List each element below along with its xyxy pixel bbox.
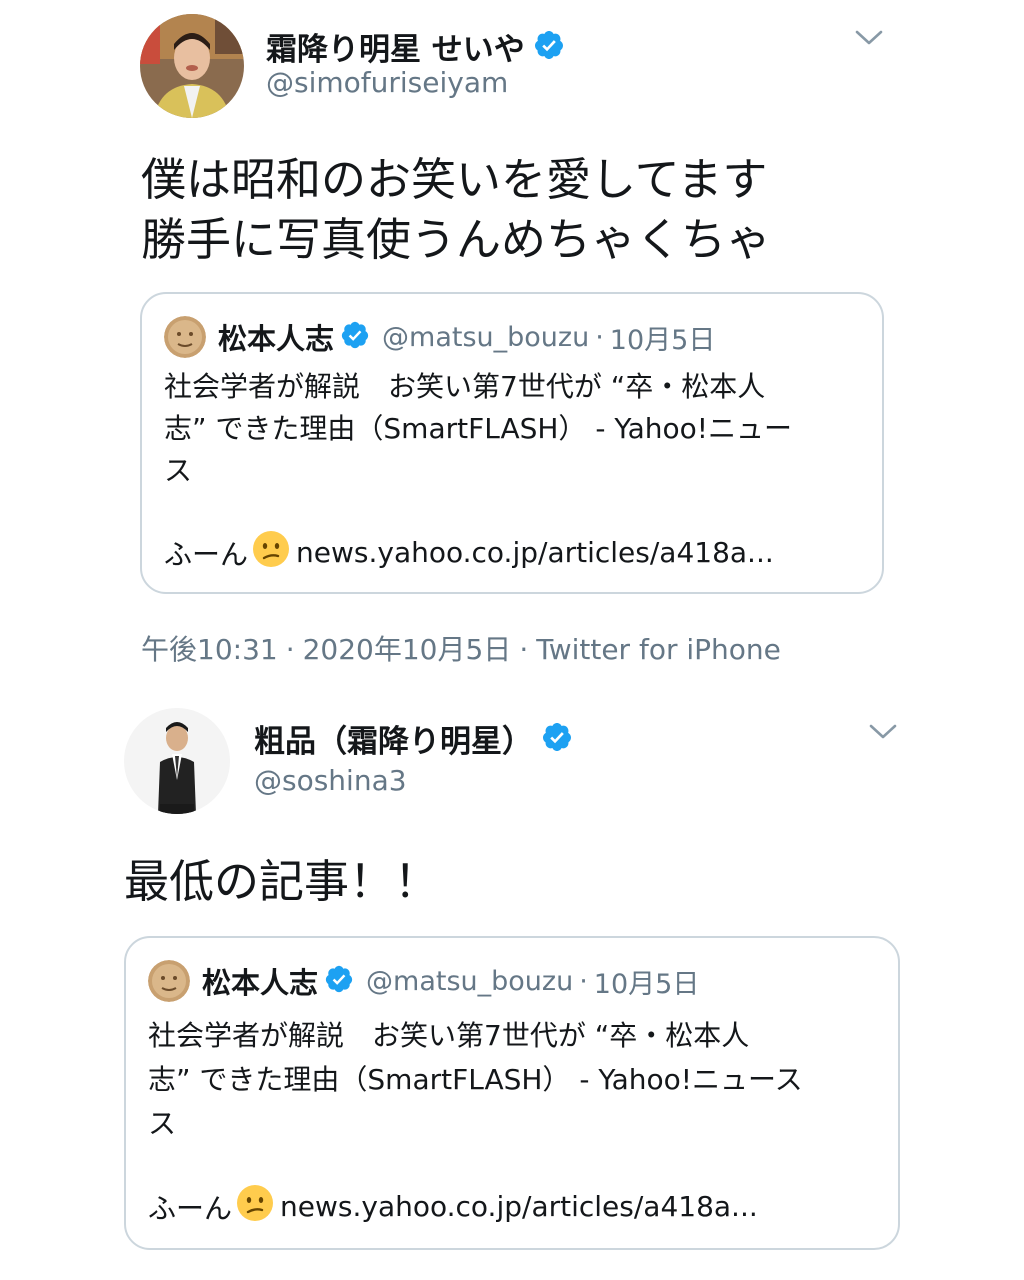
quoted-text-line-2: 志” できた理由（SmartFLASH） - Yahoo!ニュース [148, 1063, 803, 1096]
verified-badge-icon [324, 964, 354, 998]
quoted-link[interactable]: news.yahoo.co.jp/articles/a418a... [280, 1190, 758, 1223]
confused-face-emoji-icon [236, 1184, 274, 1229]
quoted-display-name[interactable]: 松本人志 [202, 960, 318, 1002]
tweet-text: 最低の記事！！ [124, 855, 440, 908]
quoted-date[interactable]: 10月5日 [594, 962, 700, 1001]
quoted-text-line-1: 社会学者が解説 お笑い第7世代が “卒・松本人 [148, 1019, 750, 1052]
quoted-tweet-header: 松本人志 @matsu_bouzu · 10月5日 [148, 960, 699, 1002]
avatar-soshina[interactable] [124, 708, 230, 814]
quoted-link-prefix: ふーん [148, 1191, 233, 1225]
display-name-row: 粗品（霜降り明星） [254, 716, 573, 761]
verified-badge-icon [541, 721, 573, 757]
quoted-avatar[interactable] [148, 960, 190, 1002]
quoted-text-line-3: ス [148, 1107, 177, 1140]
display-name[interactable]: 粗品（霜降り明星） [254, 716, 533, 761]
quoted-link-row: ふーん news.yahoo.co.jp/articles/a418a... [148, 1184, 758, 1229]
handle[interactable]: @soshina3 [254, 764, 407, 797]
chevron-down-icon[interactable] [868, 722, 898, 746]
quoted-handle[interactable]: @matsu_bouzu [366, 966, 573, 997]
quoted-separator: · [579, 965, 588, 997]
tweet-2: 粗品（霜降り明星） @soshina3 最低の記事！！ 松本人志 @matsu_… [0, 0, 1024, 1280]
quoted-tweet[interactable]: 松本人志 @matsu_bouzu · 10月5日 社会学者が解説 お笑い第7世… [124, 936, 900, 1250]
quoted-text: 社会学者が解説 お笑い第7世代が “卒・松本人 志” できた理由（SmartFL… [148, 1014, 803, 1146]
